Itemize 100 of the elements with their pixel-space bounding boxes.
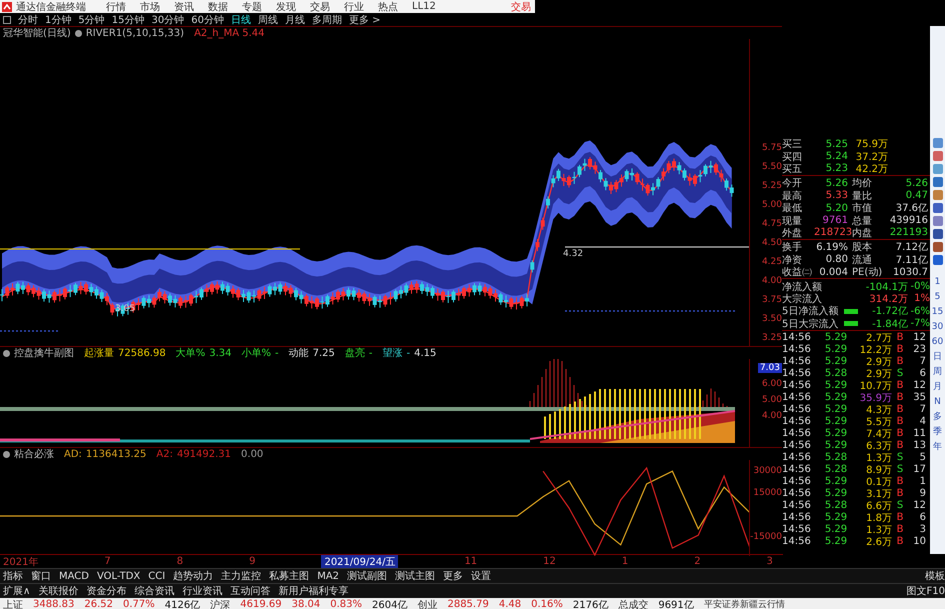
period-button[interactable]: 5	[934, 291, 940, 303]
axis-label: 15000	[753, 487, 782, 500]
period-button[interactable]: 周	[933, 366, 942, 378]
extension-tab[interactable]: 扩展∧	[3, 584, 30, 598]
indicator-tab[interactable]: MA2	[317, 570, 340, 582]
indicator-tab[interactable]: 测试副图	[347, 569, 388, 583]
period-button[interactable]: 年	[933, 441, 942, 453]
period-button[interactable]: 季	[933, 426, 942, 438]
tick-side: B	[896, 440, 904, 452]
period-tab[interactable]: 更多 >	[348, 12, 381, 26]
period-tab[interactable]: 多周期	[312, 12, 342, 26]
period-button[interactable]: N	[934, 396, 941, 408]
chart-title: 控盘擒牛副图	[14, 346, 74, 360]
f10-button[interactable]: 图文F10	[906, 584, 945, 598]
indicator-tab[interactable]: 设置	[471, 569, 492, 583]
tick-count: 12	[912, 500, 926, 512]
period-button[interactable]: 30	[932, 321, 944, 333]
tick-time: 14:56	[782, 536, 812, 548]
tick-price: 5.29	[824, 524, 848, 536]
tick-price: 5.29	[824, 404, 848, 416]
period-tab[interactable]: 月线	[284, 12, 305, 26]
tick-price: 5.29	[824, 344, 848, 356]
menu-item[interactable]: 行情	[106, 0, 126, 14]
tick-price: 5.28	[824, 500, 848, 512]
quote-value: 37.2万	[854, 150, 888, 164]
menu-item[interactable]: 专题	[242, 0, 262, 14]
field-label: 小单%	[242, 346, 272, 360]
indicator-tab[interactable]: MACD	[59, 570, 89, 582]
extension-tab[interactable]: 综合资讯	[134, 584, 174, 598]
extension-tab[interactable]: 资金分布	[86, 584, 126, 598]
extension-tab[interactable]: 关联报价	[38, 584, 78, 598]
menu-item[interactable]: 发现	[276, 0, 296, 14]
tick-side: B	[896, 524, 904, 536]
field-value: 0.00	[241, 448, 264, 460]
index-value: 3488.83	[33, 599, 74, 609]
period-tab[interactable]: 周线	[258, 12, 278, 26]
flow-value: -1.84亿	[872, 318, 908, 331]
flow-label: 大宗流入	[782, 292, 823, 306]
square-icon[interactable]	[3, 16, 11, 24]
tick-time: 14:56	[782, 368, 812, 380]
extension-tab[interactable]: 新用户福利专享	[278, 584, 348, 598]
period-button[interactable]: 月	[933, 381, 942, 393]
indicator-tab[interactable]: 测试主图	[395, 569, 436, 583]
menu-item[interactable]: 数据	[208, 0, 228, 14]
quote-label: 量比	[852, 190, 873, 202]
indicator-tab[interactable]: 主力监控	[221, 569, 262, 583]
quote-label: 买五	[782, 162, 803, 176]
tick-side: B	[896, 476, 904, 488]
tick-count: 13	[912, 440, 926, 452]
tick-count: 12	[912, 332, 926, 344]
price-axis-label: 5.50	[762, 161, 782, 174]
extension-tab[interactable]: 互动问答	[230, 584, 270, 598]
period-button[interactable]: 日	[933, 351, 942, 363]
period-tab[interactable]: 15分钟	[112, 12, 144, 26]
indicator-tab[interactable]: 更多	[443, 569, 464, 583]
period-tab[interactable]: 日线	[230, 12, 251, 26]
date-label: 12	[543, 556, 556, 567]
period-button[interactable]: 60	[932, 336, 944, 348]
indicator-tab[interactable]: VOL-TDX	[96, 570, 140, 582]
indicator-tab[interactable]: 指标	[3, 569, 23, 583]
period-tab[interactable]: 5分钟	[78, 12, 105, 26]
quote-value: 5.23	[824, 163, 848, 174]
quote-label: 现量	[782, 214, 803, 228]
tick-volume: 1.3万	[865, 524, 892, 537]
field-value: 72586.98	[118, 348, 166, 358]
chart-title: 粘合必涨	[14, 448, 54, 461]
quote-value: 5.26	[904, 178, 928, 189]
period-tab[interactable]: 1分钟	[45, 12, 72, 26]
indicator-tab[interactable]: 私募主图	[269, 569, 310, 583]
period-tab[interactable]: 分时	[18, 12, 38, 26]
tick-volume: 10.7万	[858, 380, 892, 393]
extension-tab[interactable]: 行业资讯	[182, 584, 222, 598]
menu-item[interactable]: LL12	[412, 1, 436, 12]
indicator-tab[interactable]: 窗口	[31, 569, 51, 583]
tick-count: 23	[912, 344, 926, 356]
tick-side: B	[896, 404, 904, 416]
period-button[interactable]: 15	[932, 306, 944, 318]
trade-link[interactable]: 交易	[511, 0, 535, 14]
menu-item[interactable]: 热点	[378, 0, 398, 14]
indicator-tab[interactable]: CCI	[148, 570, 166, 582]
menu-item[interactable]: 交易	[310, 0, 330, 14]
quote-label: 股本	[852, 240, 873, 254]
menu-item[interactable]: 市场	[140, 0, 160, 14]
period-tab[interactable]: 60分钟	[191, 12, 224, 26]
menu-item[interactable]: 行业	[344, 0, 364, 14]
index-change: 4.48	[498, 599, 522, 609]
quote-label: 净资	[782, 254, 803, 267]
template-button[interactable]: 模板	[925, 569, 945, 583]
index-change: 26.52	[84, 599, 113, 609]
indicator-tab[interactable]: 趋势动力	[173, 569, 214, 583]
price-axis-label: 4.50	[762, 237, 782, 250]
period-button[interactable]: 1	[934, 276, 940, 288]
tick-count: 5	[918, 452, 926, 464]
menu-item[interactable]: 资讯	[174, 0, 194, 14]
index-name: 沪深	[210, 598, 230, 609]
period-button[interactable]: 多	[933, 411, 942, 423]
quote-value: 7.11亿	[894, 254, 928, 267]
quote-label: 今开	[782, 177, 803, 190]
tick-volume: 35.9万	[858, 392, 892, 405]
period-tab[interactable]: 30分钟	[151, 12, 184, 26]
